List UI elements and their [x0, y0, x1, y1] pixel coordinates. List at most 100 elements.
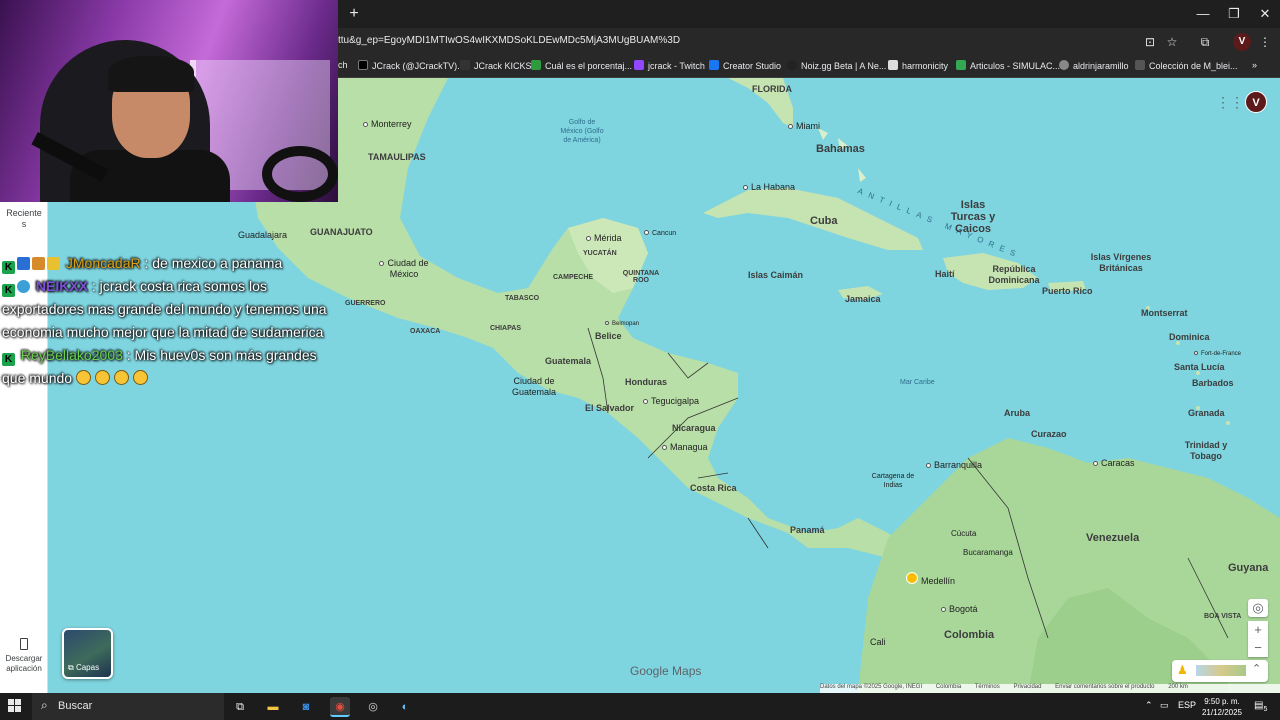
layers-label: ⧉ Capas: [68, 663, 100, 672]
privacy-link[interactable]: Privacidad: [1013, 684, 1041, 690]
network-icon[interactable]: ▭: [1160, 700, 1169, 711]
extensions-icon[interactable]: ⧉: [1196, 33, 1214, 51]
layers-button[interactable]: ⧉ Capas: [62, 628, 113, 679]
map-label: Costa Rica: [690, 483, 737, 493]
bookmark-item[interactable]: JCrack (@JCrackTV)...: [358, 60, 465, 71]
close-window-button[interactable]: ✕: [1250, 4, 1280, 24]
map-label: Managua: [662, 442, 708, 452]
bookmark-label: JCrack (@JCrackTV)...: [372, 61, 465, 71]
chat-username: ReyBellako2003: [20, 347, 123, 363]
chat-text: : de mexico a panama: [144, 255, 283, 271]
my-location-button[interactable]: ◎: [1248, 599, 1268, 617]
zoom-in-button[interactable]: +: [1248, 621, 1268, 639]
map-label: Mar Caribe: [900, 379, 935, 386]
bookmark-item[interactable]: aldrinjaramillo: [1059, 60, 1129, 71]
map-label: El Salvador: [585, 403, 635, 413]
bookmark-item[interactable]: Colección de M_blei...: [1135, 60, 1238, 71]
bookmark-label: JCrack KICKS: [474, 61, 532, 71]
bookmark-item[interactable]: harmonicity: [888, 60, 948, 71]
restore-button[interactable]: ❐: [1219, 4, 1249, 24]
chat-username: NEIKXX: [35, 278, 89, 294]
bookmark-star-icon[interactable]: ☆: [1163, 33, 1181, 51]
feedback-link[interactable]: Enviar comentarios sobre el producto: [1055, 684, 1154, 690]
scale-label: 200 km: [1168, 684, 1188, 690]
account-avatar[interactable]: V: [1245, 91, 1267, 113]
bookmark-item[interactable]: Creator Studio: [709, 60, 781, 71]
tray-overflow-icon[interactable]: ⌃: [1145, 700, 1153, 711]
url-input[interactable]: ttu&g_ep=EgoyMDI1MTIwOS4wIKXMDSoKLDEwMDc…: [338, 35, 680, 46]
map-label: Cúcuta: [951, 529, 977, 538]
bookmark-label: Colección de M_blei...: [1149, 61, 1238, 71]
taskbar-clock[interactable]: 9:50 p. m. 21/12/2025: [1198, 696, 1246, 718]
terms-link[interactable]: Términos: [975, 684, 1000, 690]
imagery-thumbnails: [1196, 665, 1246, 676]
map-label: Guadalajara: [238, 230, 288, 240]
map-label: Bucaramanga: [963, 548, 1013, 557]
notifications-icon[interactable]: ▤5: [1254, 700, 1267, 713]
map-label: Barbados: [1192, 378, 1234, 388]
bookmark-item[interactable]: jcrack - Twitch: [634, 60, 705, 71]
map-label: Bahamas: [816, 143, 865, 155]
taskbar-search[interactable]: ⌕ Buscar: [32, 693, 224, 720]
map-label: CHIAPAS: [490, 325, 521, 332]
language-indicator[interactable]: ESP: [1178, 700, 1196, 710]
task-view-icon[interactable]: ⧉: [230, 697, 250, 717]
street-view-bar[interactable]: ♟ ⌃: [1172, 660, 1268, 682]
search-icon: ⌕: [41, 698, 48, 712]
bookmark-item[interactable]: Noiz.gg Beta | A Ne...: [787, 60, 886, 71]
recent-button[interactable]: Reciente s: [4, 208, 44, 230]
install-app-icon[interactable]: ⊡: [1141, 33, 1159, 51]
region-link[interactable]: Colombia: [936, 684, 961, 690]
laughing-emoji-icon: [76, 370, 92, 385]
menu-kebab-icon[interactable]: ⋮: [1256, 33, 1274, 51]
map-label: Haití: [935, 269, 955, 279]
map-label: Colombia: [944, 629, 995, 641]
gem-badge-icon: [17, 280, 30, 293]
map-label: Panamá: [790, 525, 825, 535]
map-label: Belice: [595, 331, 622, 341]
map-label: YUCATÁN: [583, 250, 617, 257]
laughing-emoji-icon: [95, 370, 111, 385]
map-label: Honduras: [625, 377, 668, 387]
minimize-button[interactable]: —: [1188, 4, 1218, 24]
map-label: Tegucigalpa: [643, 396, 699, 406]
map-footer: Datos del mapa ©2025 Google, INEGI Colom…: [820, 684, 1280, 693]
chrome-icon[interactable]: ◉: [330, 697, 350, 717]
new-tab-button[interactable]: +: [344, 4, 364, 24]
map-label: Curazao: [1031, 429, 1067, 439]
profile-avatar[interactable]: V: [1233, 33, 1251, 51]
steam-icon[interactable]: ◐: [395, 697, 415, 717]
map-label: Medellín: [906, 572, 955, 586]
outlook-icon[interactable]: ◙: [296, 697, 316, 717]
steering-wheel: [262, 146, 338, 202]
bookmark-item[interactable]: Articulos - SIMULAC...: [956, 60, 1060, 71]
kick-badge-icon: K: [2, 284, 15, 297]
chat-message: K ReyBellako2003 : Mis huev0s son más gr…: [2, 344, 342, 390]
map-label: Islas Vírgenes Británicas: [1090, 252, 1152, 273]
bookmark-label: Articulos - SIMULAC...: [970, 61, 1061, 71]
bookmark-item[interactable]: ch: [338, 60, 348, 70]
zoom-out-button[interactable]: −: [1248, 639, 1268, 657]
map-label: Monterrey: [363, 119, 412, 129]
map-label: QUINTANA ROO: [622, 270, 660, 284]
bookmark-item[interactable]: JCrack KICKS: [460, 60, 532, 71]
bookmarks-more-button[interactable]: »: [1252, 60, 1257, 70]
download-app-button[interactable]: Descargar aplicación: [0, 638, 48, 674]
map-label: Aruba: [1004, 408, 1031, 418]
apps-grid-icon[interactable]: ⋮⋮: [1216, 95, 1244, 109]
laughing-emoji-icon: [114, 370, 130, 385]
map-label: Cali: [870, 637, 886, 647]
bookmark-label: aldrinjaramillo: [1073, 61, 1129, 71]
site-favicon-icon: [888, 60, 898, 70]
bookmark-item[interactable]: Cuál es el porcentaj...: [531, 60, 632, 71]
windows-logo-icon[interactable]: [8, 699, 22, 713]
map-label: TABASCO: [505, 295, 540, 302]
map-label: Cartagena de Indias: [871, 473, 915, 489]
x-logo-icon: [358, 60, 368, 70]
file-explorer-icon[interactable]: ▬: [263, 697, 283, 717]
app-icon[interactable]: ◎: [363, 697, 383, 717]
chat-message: K NEIKXX : jcrack costa rica somos los e…: [2, 275, 342, 344]
map-label: Caracas: [1093, 458, 1135, 468]
search-label: Buscar: [58, 700, 93, 712]
noiz-logo-icon: [787, 60, 797, 70]
